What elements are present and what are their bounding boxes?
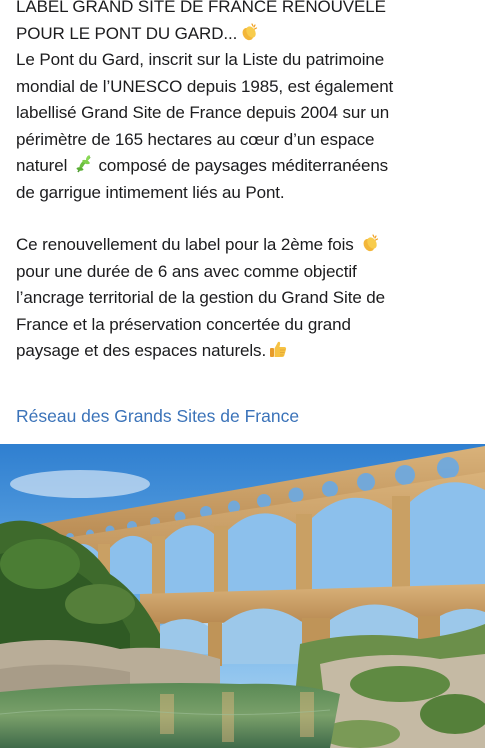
text-fragment: composé de paysages méditerranéens xyxy=(98,156,389,175)
text-line: mondial de l’UNESCO depuis 1985, est éga… xyxy=(16,76,394,96)
text-line: labellisé Grand Site de France depuis 20… xyxy=(16,103,390,122)
clapping-hands-icon xyxy=(360,233,380,253)
text-line: Ce renouvellement du label pour la 2ème … xyxy=(16,232,478,259)
text-line: Le Pont du Gard, inscrit sur la Liste du… xyxy=(16,50,385,69)
text-line: pour une durée de 6 ans avec comme objec… xyxy=(16,261,357,281)
text-line: naturel composé de paysages méditerranée… xyxy=(16,153,478,180)
thumbs-up-icon xyxy=(268,339,288,359)
reseau-grands-sites-link[interactable]: Réseau des Grands Sites de France xyxy=(16,406,299,427)
text-line: l’ancrage territorial de la gestion du G… xyxy=(16,288,386,307)
text-fragment: Ce renouvellement du label pour la 2ème … xyxy=(16,235,354,254)
clapping-hands-icon xyxy=(239,22,259,42)
pont-du-gard-photo[interactable] xyxy=(0,444,485,748)
post-text: LABEL GRAND SITE DE FRANCE RENOUVELÉ POU… xyxy=(16,0,478,365)
text-fragment: paysage et des espaces naturels. xyxy=(16,341,267,360)
text-fragment: naturel xyxy=(16,156,68,175)
text-line: POUR LE PONT DU GARD... xyxy=(16,21,478,48)
text-fragment: POUR LE PONT DU GARD... xyxy=(16,23,238,43)
text-line: périmètre de 165 hectares au cœur d’un e… xyxy=(16,129,375,149)
text-line: de garrigue intimement liés au Pont. xyxy=(16,182,285,202)
text-line: paysage et des espaces naturels. xyxy=(16,338,478,365)
text-line: LABEL GRAND SITE DE FRANCE RENOUVELÉ xyxy=(16,0,386,16)
herb-icon xyxy=(74,154,94,174)
text-line: France et la préservation concertée du g… xyxy=(16,314,351,334)
